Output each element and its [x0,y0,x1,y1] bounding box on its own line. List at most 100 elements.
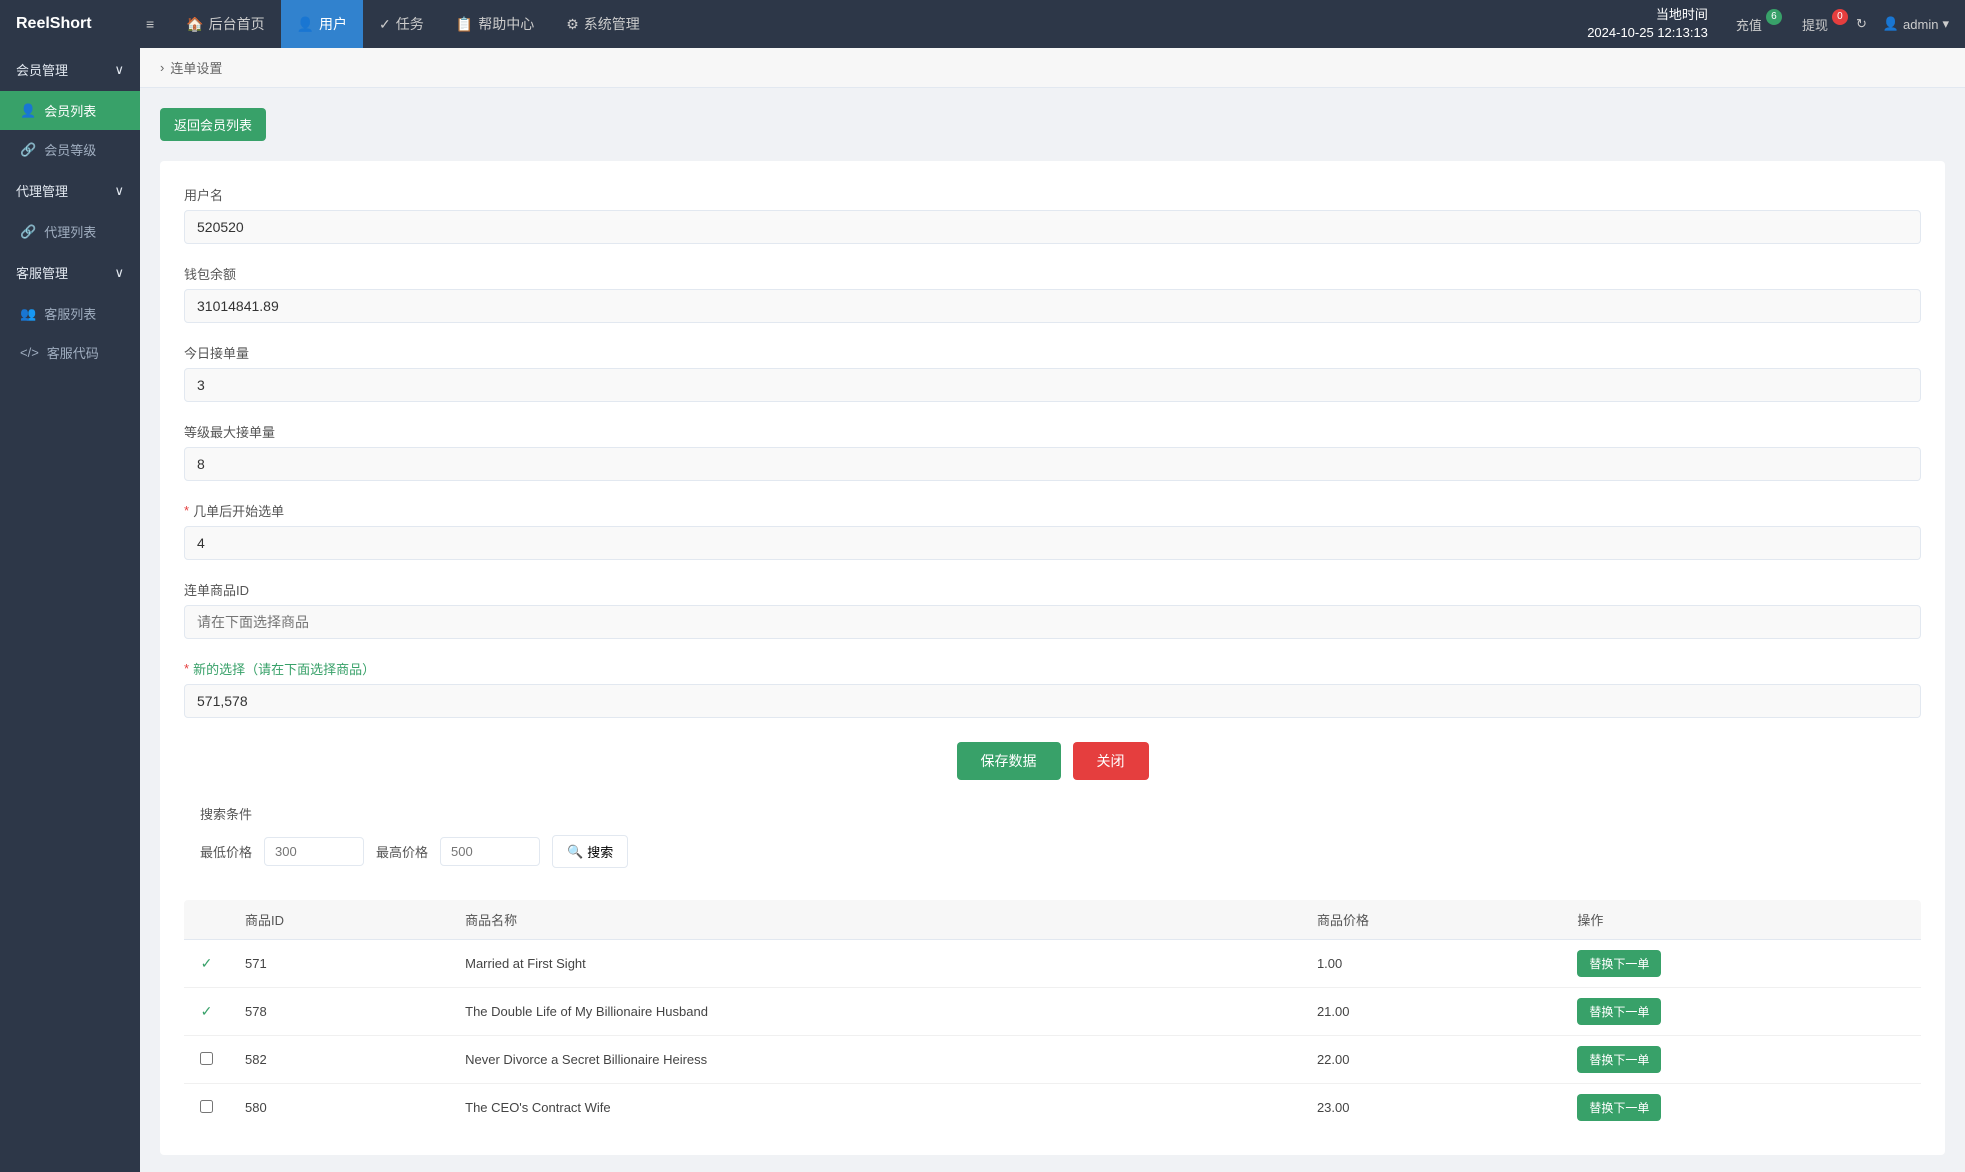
table-cell-checkbox: ✓ [184,988,229,1036]
table-row: 580The CEO's Contract Wife23.00替换下一单 [184,1084,1921,1132]
max-orders-value: 8 [184,447,1921,481]
time-block: 当地时间 2024-10-25 12:13:13 [1587,6,1708,42]
nav-menu[interactable]: ≡ [130,0,170,48]
table-cell-name: Never Divorce a Secret Billionaire Heire… [449,1036,1301,1084]
table-cell-name: The Double Life of My Billionaire Husban… [449,988,1301,1036]
table-cell-price: 1.00 [1301,940,1561,988]
search-title: 搜索条件 [200,804,1905,823]
customer-group-label: 客服管理 [16,263,68,282]
replace-next-button[interactable]: 替换下一单 [1577,1094,1661,1121]
time-value: 2024-10-25 12:13:13 [1587,24,1708,42]
col-action: 操作 [1561,900,1921,940]
table-cell-action: 替换下一单 [1561,940,1921,988]
table-cell-price: 21.00 [1301,988,1561,1036]
sidebar-group-agent[interactable]: 代理管理 ∨ [0,169,140,212]
username-value: 520520 [184,210,1921,244]
replace-next-button[interactable]: 替换下一单 [1577,998,1661,1025]
check-icon: ✓ [201,955,213,971]
user-menu[interactable]: 👤 admin ▾ [1883,16,1949,32]
agent-group-label: 代理管理 [16,181,68,200]
col-product-id: 商品ID [229,900,449,940]
content-area: 返回会员列表 用户名 520520 钱包余额 31014841.89 今日接单量… [140,88,1965,1172]
product-id-group: 连单商品ID [184,580,1921,639]
row-checkbox[interactable] [200,1052,213,1065]
breadcrumb: › 连单设置 [140,48,1965,88]
sidebar-group-member[interactable]: 会员管理 ∨ [0,48,140,91]
chevron-down-icon: ∨ [114,183,124,199]
table-cell-id: 582 [229,1036,449,1084]
app-logo: ReelShort [16,15,106,33]
table-row: ✓578The Double Life of My Billionaire Hu… [184,988,1921,1036]
table-cell-action: 替换下一单 [1561,1084,1921,1132]
submit-action[interactable]: 提现 0 [1790,15,1840,34]
breadcrumb-separator: › [160,60,164,75]
wallet-value: 31014841.89 [184,289,1921,323]
user-icon: 👤 [297,16,314,33]
product-table: 商品ID 商品名称 商品价格 操作 ✓571Married at First S… [184,900,1921,1131]
close-button[interactable]: 关闭 [1073,742,1149,780]
start-after-input[interactable] [184,526,1921,560]
table-cell-action: 替换下一单 [1561,988,1921,1036]
charge-badge: 6 [1766,9,1782,25]
max-orders-label: 等级最大接单量 [184,422,1921,441]
time-label: 当地时间 [1587,6,1708,24]
row-checkbox[interactable] [200,1100,213,1113]
member-group-label: 会员管理 [16,60,68,79]
nav-items: ≡ 🏠 后台首页 👤 用户 ✓ 任务 📋 帮助中心 ⚙ 系统管理 [130,0,1587,48]
sidebar-item-member-list[interactable]: 👤 会员列表 [0,91,140,130]
nav-right: 当地时间 2024-10-25 12:13:13 充值 6 提现 0 ↻ 👤 a… [1587,6,1949,42]
product-id-input[interactable] [184,605,1921,639]
start-after-group: * 几单后开始选单 [184,501,1921,560]
sidebar-item-member-level[interactable]: 🔗 会员等级 [0,130,140,169]
search-row: 最低价格 最高价格 🔍 搜索 [200,835,1905,868]
nav-help[interactable]: 📋 帮助中心 [440,0,550,48]
chevron-down-icon: ▾ [1942,16,1949,32]
save-button[interactable]: 保存数据 [957,742,1061,780]
replace-next-button[interactable]: 替换下一单 [1577,950,1661,977]
sidebar-item-label: 会员等级 [44,140,96,159]
sidebar-item-customer-code[interactable]: </> 客服代码 [0,333,140,372]
sidebar-item-agent-list[interactable]: 🔗 代理列表 [0,212,140,251]
nav-dashboard[interactable]: 🏠 后台首页 [170,0,280,48]
new-selection-input[interactable] [184,684,1921,718]
top-navigation: ReelShort ≡ 🏠 后台首页 👤 用户 ✓ 任务 📋 帮助中心 ⚙ 系统… [0,0,1965,48]
today-orders-label: 今日接单量 [184,343,1921,362]
form-card: 用户名 520520 钱包余额 31014841.89 今日接单量 3 等级最大… [160,161,1945,1155]
user-icon-nav: 👤 [1883,16,1899,32]
home-icon: 🏠 [186,16,203,33]
sidebar-item-label: 客服代码 [47,343,99,362]
refresh-action[interactable]: ↻ [1856,16,1867,32]
new-selection-group: * 新的选择（请在下面选择商品） [184,659,1921,718]
charge-action[interactable]: 充值 6 [1724,15,1774,34]
sidebar-item-customer-list[interactable]: 👥 客服列表 [0,294,140,333]
table-cell-name: Married at First Sight [449,940,1301,988]
table-cell-checkbox: ✓ [184,940,229,988]
search-button[interactable]: 🔍 搜索 [552,835,628,868]
sidebar: 会员管理 ∨ 👤 会员列表 🔗 会员等级 代理管理 ∨ 🔗 代理列表 客服管理 … [0,48,140,1172]
required-marker: * [184,503,189,518]
username-label: 用户名 [184,185,1921,204]
nav-system[interactable]: ⚙ 系统管理 [550,0,656,48]
start-after-label: * 几单后开始选单 [184,501,1921,520]
sidebar-group-customer[interactable]: 客服管理 ∨ [0,251,140,294]
sidebar-item-label: 会员列表 [44,101,96,120]
username-group: 用户名 520520 [184,185,1921,244]
table-row: 582Never Divorce a Secret Billionaire He… [184,1036,1921,1084]
nav-users[interactable]: 👤 用户 [281,0,363,48]
back-to-member-list-button[interactable]: 返回会员列表 [160,108,266,141]
min-price-input[interactable] [264,837,364,866]
wallet-group: 钱包余额 31014841.89 [184,264,1921,323]
table-cell-name: The CEO's Contract Wife [449,1084,1301,1132]
user-label: admin [1903,17,1938,32]
table-row: ✓571Married at First Sight1.00替换下一单 [184,940,1921,988]
user-group-icon: 👥 [20,306,36,322]
table-cell-id: 580 [229,1084,449,1132]
chevron-down-icon: ∨ [114,265,124,281]
replace-next-button[interactable]: 替换下一单 [1577,1046,1661,1073]
check-icon: ✓ [201,1003,213,1019]
menu-icon: ≡ [146,16,154,32]
required-marker-2: * [184,661,189,676]
max-price-input[interactable] [440,837,540,866]
link-icon: 🔗 [20,224,36,240]
nav-tasks[interactable]: ✓ 任务 [363,0,440,48]
